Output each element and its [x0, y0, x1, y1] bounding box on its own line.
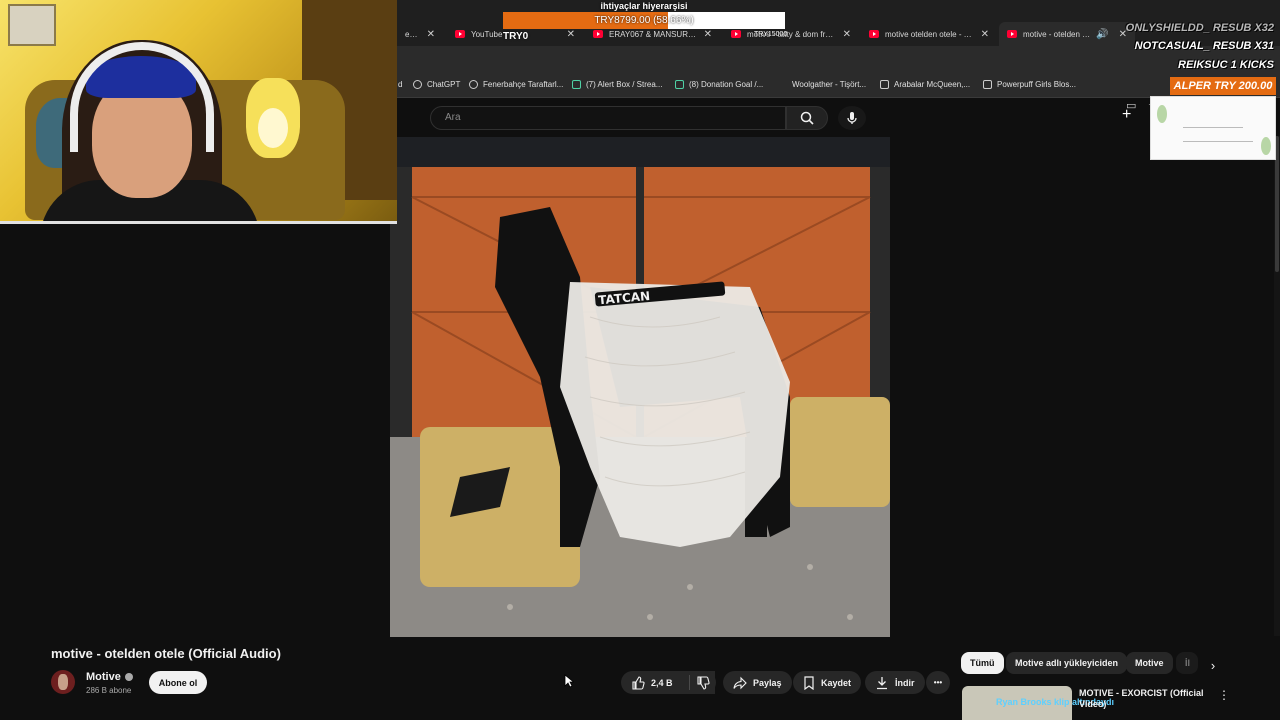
donation-goal-title: ihtiyaçlar hiyerarşisi	[600, 1, 688, 11]
album-artwork: TATCAN	[390, 137, 890, 637]
donation-progress-text: TRY8799.00 (58.66%)	[594, 15, 694, 26]
page-icon	[880, 80, 889, 89]
youtube-favicon-icon	[869, 30, 879, 38]
subscriber-count: 286 B abone	[86, 686, 132, 695]
search-button[interactable]	[786, 106, 828, 130]
chip-from-uploader[interactable]: Motive adlı yükleyiciden	[1006, 652, 1128, 674]
kicks-alert: REIKSUC 1 KICKS	[1178, 59, 1274, 71]
video-player[interactable]: TATCAN	[390, 137, 890, 637]
download-button[interactable]: İndir	[865, 671, 925, 694]
bookmark-item[interactable]: (8) Donation Goal /...	[675, 80, 763, 89]
search-input[interactable]: Ara	[430, 106, 786, 130]
resub-alert: ONLYSHIELDD_ RESUB X32	[1125, 22, 1274, 34]
more-vert-icon[interactable]: ⋮	[1218, 688, 1230, 702]
bookmark-label: d	[398, 80, 403, 89]
bookmark-item[interactable]: (7) Alert Box / Strea...	[572, 80, 662, 89]
voice-search-button[interactable]	[838, 106, 866, 130]
bookmark-item[interactable]: Woolgather - Tişört...	[778, 80, 866, 89]
close-icon[interactable]: ✕	[981, 29, 989, 40]
download-icon	[877, 676, 887, 689]
bookmark-label: Arabalar McQueen,...	[894, 80, 971, 89]
tab-overlay-amount: TRY15000	[754, 31, 788, 38]
streamlabs-icon	[675, 80, 684, 89]
chip-related[interactable]: İl	[1176, 652, 1198, 674]
streamlabs-icon	[572, 80, 581, 89]
bookmark-label: ChatGPT	[427, 80, 461, 89]
browser-tab[interactable]: motive otelden otele - Yo... ✕	[861, 22, 997, 46]
youtube-favicon-icon	[731, 30, 741, 38]
bookmark-icon	[804, 675, 814, 690]
note-line	[1183, 141, 1253, 142]
chip-all[interactable]: Tümü	[961, 652, 1004, 674]
speaker-icon[interactable]: 🔊	[1096, 29, 1108, 40]
note-line	[1183, 127, 1243, 128]
screen: eamlal ✕ YouTube ✕ ERAY067 & MANSUR - b.…	[0, 0, 1280, 720]
resub-alert: NOTCASUAL_ RESUB X31	[1134, 40, 1274, 52]
thumbs-up-icon	[632, 675, 645, 690]
bookmark-label: (7) Alert Box / Strea...	[586, 80, 663, 89]
bookmark-item[interactable]: ChatGPT	[413, 80, 460, 89]
share-button[interactable]: Paylaş	[723, 671, 792, 694]
scrollbar[interactable]	[1274, 136, 1280, 636]
donation-progress-bar: TRY8799.00 (58.66%)	[503, 12, 785, 29]
browser-tab[interactable]: eamlal ✕	[397, 22, 443, 46]
bookmark-label: Woolgather - Tişört...	[792, 80, 867, 89]
leaf-decoration	[1157, 105, 1167, 123]
bookmark-item[interactable]: Arabalar McQueen,...	[880, 80, 970, 89]
bookmark-item[interactable]: Fenerbahçe Taraftarl...	[469, 80, 563, 89]
thumbs-down-icon	[697, 675, 710, 690]
more-actions-button[interactable]: •••	[926, 671, 950, 694]
video-title: motive - otelden otele (Official Audio)	[51, 646, 281, 661]
create-button[interactable]: +	[1122, 106, 1148, 130]
channel-name-text: Motive	[86, 671, 121, 683]
leaf-decoration	[1261, 137, 1271, 155]
bookmark-label: Powerpuff Girls Blos...	[997, 80, 1076, 89]
top-donor-badge: ALPER TRY 200.00	[1170, 77, 1276, 95]
save-label: Kaydet	[821, 677, 852, 688]
verified-icon	[124, 673, 133, 681]
subscribe-button[interactable]: Abone ol	[149, 671, 207, 694]
wall-picture	[8, 4, 56, 46]
webcam-border	[0, 221, 397, 224]
youtube-favicon-icon	[593, 30, 603, 38]
dislike-button[interactable]	[690, 671, 716, 694]
youtube-favicon-icon	[455, 30, 465, 38]
plush-belly	[258, 108, 288, 148]
channel-avatar[interactable]	[51, 670, 75, 694]
recommended-title[interactable]: MOTIVE - EXORCIST (Official Video)	[1079, 688, 1205, 710]
chatgpt-icon	[413, 80, 422, 89]
channel-name[interactable]: Motive	[86, 671, 133, 683]
chevron-right-icon[interactable]: ›	[1204, 656, 1222, 674]
plush-toy	[246, 78, 300, 158]
share-icon	[733, 676, 747, 689]
youtube-favicon-icon	[1007, 30, 1017, 38]
bookmark-label: (8) Donation Goal /...	[689, 80, 764, 89]
search-icon	[800, 111, 814, 125]
browser-tab-active[interactable]: motive - otelden otel 🔊 ✕	[999, 22, 1135, 46]
tab-label: eamlal	[405, 29, 421, 39]
save-button[interactable]: Kaydet	[793, 671, 862, 694]
bookmark-item[interactable]: Powerpuff Girls Blos...	[983, 80, 1076, 89]
page-icon	[983, 80, 992, 89]
stream-note-card	[1150, 96, 1276, 160]
donation-start-label: TRY0	[503, 31, 529, 42]
tab-label: motive otelden otele - Yo...	[885, 29, 975, 39]
chip-motive[interactable]: Motive	[1126, 652, 1173, 674]
close-icon[interactable]: ✕	[843, 29, 851, 40]
mic-icon	[847, 112, 857, 124]
mouse-cursor-icon	[564, 674, 574, 688]
tab-label: motive - otelden otel	[1023, 29, 1091, 39]
bookmark-label: Fenerbahçe Taraftarl...	[483, 80, 564, 89]
like-count: 2,4 B	[651, 677, 673, 688]
bag-icon	[778, 80, 787, 89]
bookmark-item[interactable]: d	[398, 80, 402, 89]
webcam-overlay	[0, 0, 397, 223]
globe-icon	[469, 80, 478, 89]
download-label: İndir	[895, 677, 915, 688]
close-icon[interactable]: ✕	[427, 29, 435, 40]
share-label: Paylaş	[753, 677, 782, 688]
donation-goal-widget: ihtiyaçlar hiyerarşisi TRY8799.00 (58.66…	[503, 0, 785, 31]
